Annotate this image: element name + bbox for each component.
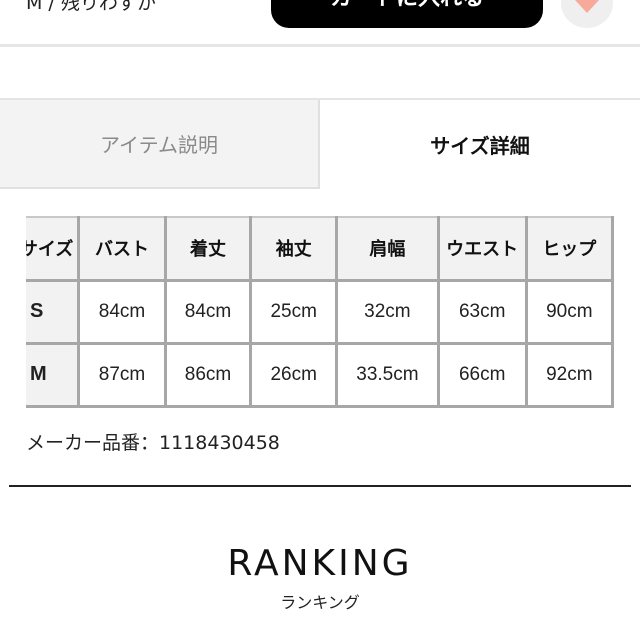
table-cell: 66cm	[436, 341, 528, 408]
heart-icon	[575, 0, 599, 13]
tab-label: アイテム説明	[100, 133, 218, 157]
top-action-bar: M / 残りわずか カートに入れる	[0, 0, 640, 46]
divider	[0, 44, 640, 47]
table-cell: 92cm	[524, 341, 614, 408]
table-cell: 63cm	[436, 278, 528, 345]
table-header-row: サイズ バスト 着丈 袖丈 肩幅 ウエスト ヒップ	[26, 216, 614, 282]
tab-item-description[interactable]: アイテム説明	[0, 100, 320, 189]
favorite-button[interactable]	[561, 0, 613, 28]
ranking-heading: RANKING	[227, 543, 413, 584]
table-cell: 26cm	[249, 341, 339, 408]
ranking-subheading: ランキング	[280, 593, 360, 612]
tab-label: サイズ詳細	[430, 134, 530, 158]
column-header: ヒップ	[524, 216, 614, 282]
table-row: M 87cm 86cm 26cm 33.5cm 66cm 92cm	[26, 341, 614, 408]
row-header: S	[26, 278, 81, 345]
table-cell: 90cm	[524, 278, 614, 345]
add-to-cart-button[interactable]: カートに入れる	[271, 0, 543, 28]
size-label: S	[30, 300, 44, 322]
column-header: 袖丈	[249, 216, 339, 282]
size-table: サイズ バスト 着丈 袖丈 肩幅 ウエスト ヒップ S 84cm 84cm 25…	[26, 216, 614, 408]
stock-status-text: M / 残りわずか	[26, 0, 156, 14]
row-header: M	[26, 341, 81, 408]
column-header: ウエスト	[436, 216, 528, 282]
table-cell: 86cm	[163, 341, 253, 408]
table-cell: 87cm	[77, 341, 167, 408]
column-header: 着丈	[163, 216, 253, 282]
table-cell: 33.5cm	[335, 341, 440, 408]
column-header: 肩幅	[335, 216, 440, 282]
size-table-scroll-area[interactable]: サイズ バスト 着丈 袖丈 肩幅 ウエスト ヒップ S 84cm 84cm 25…	[26, 216, 614, 426]
column-header: サイズ	[26, 216, 81, 282]
table-row: S 84cm 84cm 25cm 32cm 63cm 90cm	[26, 278, 614, 345]
maker-product-number: メーカー品番：1118430458	[26, 432, 280, 454]
tab-size-details[interactable]: サイズ詳細	[320, 100, 640, 189]
table-cell: 25cm	[249, 278, 339, 345]
table-cell: 84cm	[163, 278, 253, 345]
section-divider	[9, 485, 631, 487]
column-header: バスト	[77, 216, 167, 282]
table-cell: 32cm	[335, 278, 440, 345]
table-cell: 84cm	[77, 278, 167, 345]
size-label: M	[30, 363, 47, 385]
